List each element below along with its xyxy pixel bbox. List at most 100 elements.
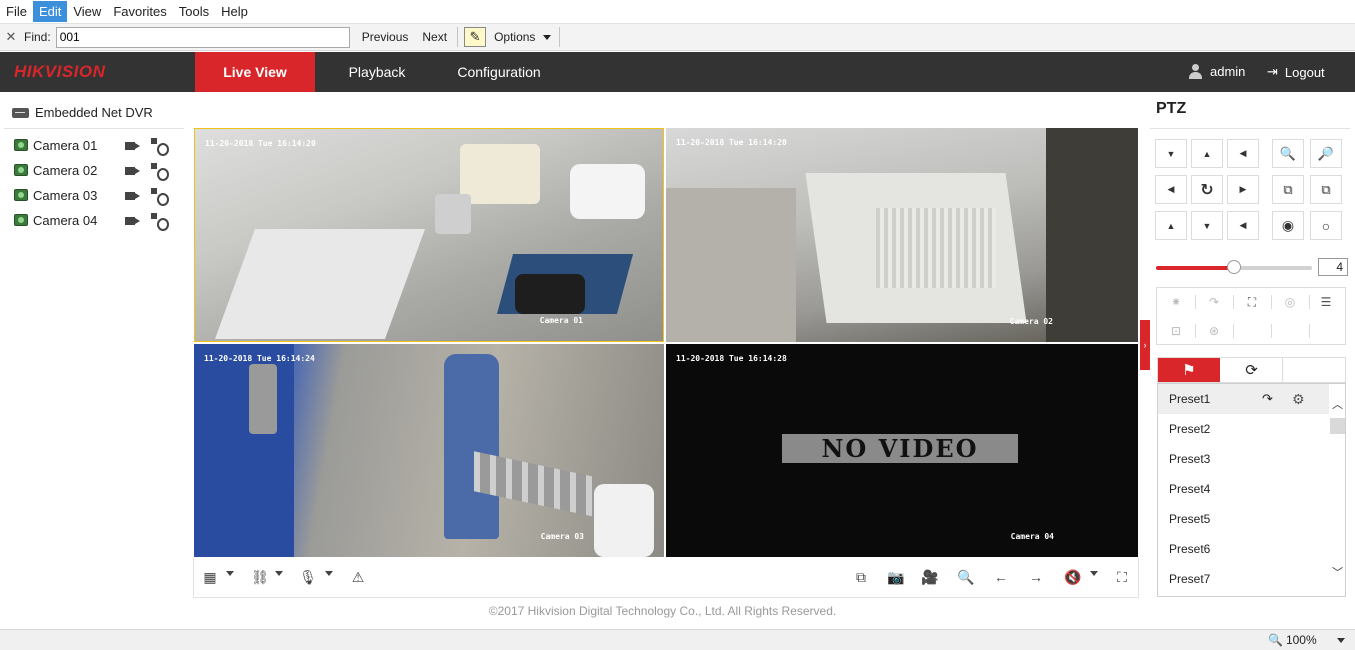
close-find-icon[interactable]: ✕ xyxy=(3,29,19,45)
menu-favorites[interactable]: Favorites xyxy=(107,1,172,22)
ptz-down-left-button[interactable]: ▲ xyxy=(1155,211,1187,240)
ptz-right-button[interactable]: ▶ xyxy=(1227,175,1259,204)
iris-open-icon[interactable]: ◉ xyxy=(1272,211,1304,240)
record-icon[interactable] xyxy=(125,139,141,151)
ptz-control-icon[interactable] xyxy=(151,212,169,231)
ptz-up-right-button[interactable]: ◀ xyxy=(1227,139,1259,168)
preset-scrollbar[interactable]: ︿ ﹀ xyxy=(1329,384,1345,596)
3d-zoom-icon[interactable]: ⊛ xyxy=(1195,317,1233,345)
find-input[interactable] xyxy=(55,26,350,48)
fullscreen-icon[interactable]: ⛶ xyxy=(1112,568,1132,586)
light-icon[interactable]: ✷ xyxy=(1157,288,1195,316)
options-caret-icon[interactable] xyxy=(543,34,552,40)
audio-caret-icon[interactable] xyxy=(325,571,333,576)
microphone-icon[interactable]: 🎙 xyxy=(298,568,318,586)
scene-bag xyxy=(515,274,585,314)
zoom-caret-icon[interactable] xyxy=(1336,637,1345,643)
volume-mute-icon[interactable]: 🔇 xyxy=(1063,568,1083,586)
ptz-speed-value[interactable]: 4 xyxy=(1318,258,1348,276)
zoom-out-icon[interactable]: 🔍 xyxy=(1272,139,1304,168)
ptz-left-button[interactable]: ◀ xyxy=(1155,175,1187,204)
layout-caret-icon[interactable] xyxy=(226,571,234,576)
preset-item-6[interactable]: Preset6 xyxy=(1158,534,1330,564)
scroll-thumb[interactable] xyxy=(1330,418,1345,434)
ptz-up-button[interactable]: ▲ xyxy=(1191,139,1223,168)
capture-icon[interactable]: 📷 xyxy=(886,568,906,586)
preset-item-2[interactable]: Preset2 xyxy=(1158,414,1330,444)
preset-tab-flag-icon[interactable]: ⚑ xyxy=(1158,358,1220,382)
manual-tracking-icon[interactable]: ⊡ xyxy=(1157,317,1195,345)
camera-name: Camera 01 xyxy=(33,137,98,153)
device-name: Embedded Net DVR xyxy=(35,105,153,120)
focus-near-icon[interactable]: ⧉ xyxy=(1272,175,1304,204)
camera-row-02[interactable]: Camera 02 xyxy=(14,160,174,181)
ptz-speed-slider[interactable] xyxy=(1156,260,1312,274)
ptz-control-icon[interactable] xyxy=(151,162,169,181)
preset-item-4[interactable]: Preset4 xyxy=(1158,474,1330,504)
call-preset-icon[interactable]: ↷ xyxy=(1262,384,1273,414)
ptz-auto-button[interactable]: ↻ xyxy=(1191,175,1223,204)
camera-row-03[interactable]: Camera 03 xyxy=(14,185,174,206)
iris-close-icon[interactable]: ○ xyxy=(1310,211,1342,240)
preset-item-7[interactable]: Preset7 xyxy=(1158,564,1330,594)
ptz-up-left-button[interactable]: ▼ xyxy=(1155,139,1187,168)
auxiliary-focus-icon[interactable]: ⛶ xyxy=(1233,288,1271,316)
video-pane-camera-03[interactable]: 11-20-2018 Tue 16:14:24 Camera 03 xyxy=(194,344,664,557)
user-menu[interactable]: admin xyxy=(1188,64,1245,79)
video-pane-camera-01[interactable]: 11-20-2018 Tue 16:14:20 Camera 01 xyxy=(194,128,664,342)
record-icon[interactable] xyxy=(125,189,141,201)
patrol-tab-refresh-icon[interactable]: ⟳ xyxy=(1221,358,1283,382)
preset-item-5[interactable]: Preset5 xyxy=(1158,504,1330,534)
menu-file[interactable]: File xyxy=(0,1,33,22)
preset-item-1[interactable]: Preset1 ↷ ⚙ xyxy=(1158,384,1330,414)
focus-far-icon[interactable]: ⧉ xyxy=(1310,175,1342,204)
slider-knob[interactable] xyxy=(1227,260,1241,274)
camera-row-01[interactable]: Camera 01 xyxy=(14,135,174,156)
tab-live-view[interactable]: Live View xyxy=(195,52,315,92)
menu-icon[interactable]: ☰ xyxy=(1307,288,1345,316)
video-pane-camera-02[interactable]: 11-20-2018 Tue 16:14:20 Camera 02 xyxy=(666,128,1138,342)
wiper-icon[interactable]: ↷ xyxy=(1195,288,1233,316)
next-page-icon[interactable]: → xyxy=(1026,568,1046,586)
menu-tools[interactable]: Tools xyxy=(173,1,215,22)
alarm-output-icon[interactable]: ⚠ xyxy=(348,568,368,586)
set-preset-gear-icon[interactable]: ⚙ xyxy=(1292,384,1305,414)
highlight-pen-icon[interactable]: ✎ xyxy=(464,27,487,47)
menu-view[interactable]: View xyxy=(67,1,107,22)
window-layout-icon[interactable]: ▦ xyxy=(200,568,220,586)
ptz-down-button[interactable]: ▼ xyxy=(1191,211,1223,240)
find-previous-button[interactable]: Previous xyxy=(360,30,411,44)
previous-page-icon[interactable]: ← xyxy=(991,568,1011,586)
zoom-in-icon[interactable]: 🔎 xyxy=(1310,139,1342,168)
scene-cabinet xyxy=(214,229,426,339)
ptz-control-icon[interactable] xyxy=(151,187,169,206)
find-next-button[interactable]: Next xyxy=(420,30,449,44)
stream-type-icon[interactable]: ⛓ xyxy=(250,568,270,586)
ptz-down-right-button[interactable]: ◀ xyxy=(1227,211,1259,240)
tab-configuration[interactable]: Configuration xyxy=(440,52,558,92)
pattern-tab[interactable] xyxy=(1284,358,1346,382)
stop-all-preview-icon[interactable]: ⧉ xyxy=(851,568,871,586)
lens-init-icon[interactable]: ◎ xyxy=(1271,288,1309,316)
camera-row-04[interactable]: Camera 04 xyxy=(14,210,174,231)
tab-playback[interactable]: Playback xyxy=(330,52,424,92)
collapse-panel-handle[interactable]: › xyxy=(1140,320,1150,370)
digital-zoom-icon[interactable]: 🔍 xyxy=(956,568,976,586)
device-tree-root[interactable]: Embedded Net DVR xyxy=(12,105,153,120)
video-pane-camera-04[interactable]: NO VIDEO 11-20-2018 Tue 16:14:28 Camera … xyxy=(666,344,1138,557)
record-icon[interactable] xyxy=(125,214,141,226)
menu-edit[interactable]: Edit xyxy=(32,1,68,22)
scroll-up-icon[interactable]: ︿ xyxy=(1329,396,1345,413)
find-options-button[interactable]: Options xyxy=(492,30,537,44)
ptz-control-icon[interactable] xyxy=(151,137,169,156)
menu-help[interactable]: Help xyxy=(215,1,254,22)
record-all-icon[interactable]: 🎥 xyxy=(920,568,940,586)
volume-caret-icon[interactable] xyxy=(1090,571,1098,576)
record-icon[interactable] xyxy=(125,164,141,176)
logout-button[interactable]: ⇥ Logout xyxy=(1267,64,1325,80)
stream-caret-icon[interactable] xyxy=(275,571,283,576)
camera-name: Camera 04 xyxy=(33,212,98,228)
scroll-down-icon[interactable]: ﹀ xyxy=(1329,564,1345,581)
preset-item-3[interactable]: Preset3 xyxy=(1158,444,1330,474)
zoom-level-control[interactable]: 🔍 100% xyxy=(1268,633,1345,647)
